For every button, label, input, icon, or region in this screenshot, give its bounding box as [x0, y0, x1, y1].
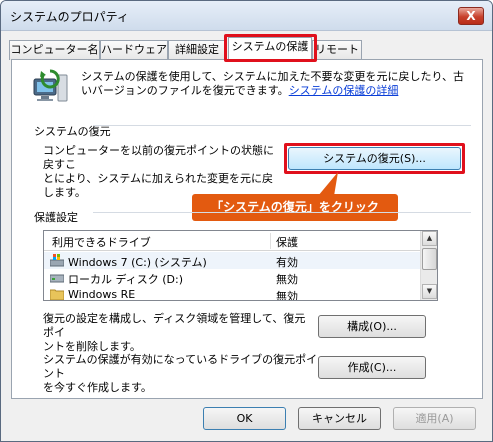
- hard-disk-icon: [50, 274, 64, 283]
- tab-remote[interactable]: リモート: [312, 40, 362, 60]
- drive-row[interactable]: ローカル ディスク (D:) 無効: [44, 269, 422, 286]
- scroll-down-icon[interactable]: ▼: [422, 284, 437, 299]
- protection-details-link[interactable]: システムの保護の詳細: [289, 84, 399, 97]
- column-header-drive[interactable]: 利用できるドライブ: [52, 234, 151, 250]
- drive-list-scrollbar[interactable]: ▲ ▼: [420, 231, 437, 300]
- tab-hardware[interactable]: ハードウェア: [100, 40, 168, 60]
- ok-button[interactable]: OK: [203, 407, 286, 430]
- drive-name: Windows RE: [68, 288, 136, 301]
- configure-description: 復元の設定を構成し、ディスク領域を管理して、復元ポイ ントを削除します。: [43, 312, 306, 353]
- column-header-protection[interactable]: 保護: [276, 234, 298, 250]
- settings-group-line: [93, 212, 471, 213]
- drive-name: ローカル ディスク (D:): [68, 273, 183, 286]
- drive-protection-status: 無効: [276, 273, 298, 286]
- drive-protection-status: 無効: [276, 290, 298, 301]
- system-protection-icon: [28, 69, 72, 105]
- folder-icon: [50, 289, 64, 300]
- callout-pointer: [318, 172, 338, 196]
- cancel-button[interactable]: キャンセル: [298, 407, 381, 430]
- configure-button[interactable]: 構成(O)...: [318, 315, 426, 338]
- title-bar[interactable]: システムのプロパティ X: [1, 1, 492, 31]
- tab-highlight-frame: [224, 34, 317, 62]
- drive-row[interactable]: Windows 7 (C:) (システム) 有効: [44, 252, 422, 269]
- create-button[interactable]: 作成(C)...: [318, 356, 426, 379]
- create-description: システムの保護が有効になっているドライブの復元ポイント を今すぐ作成します。: [43, 353, 318, 394]
- settings-group-label: 保護設定: [34, 211, 78, 224]
- column-divider: [270, 233, 271, 249]
- restore-button-highlight-frame: [284, 143, 465, 174]
- drive-protection-status: 有効: [276, 256, 298, 269]
- tab-computer-name[interactable]: コンピューター名: [9, 40, 100, 60]
- apply-button[interactable]: 適用(A): [393, 407, 476, 430]
- scroll-up-icon[interactable]: ▲: [422, 231, 437, 246]
- system-properties-window: システムのプロパティ X コンピューター名 ハードウェア 詳細設定 システムの保…: [0, 0, 493, 442]
- os-drive-icon: [50, 254, 64, 267]
- close-icon: X: [466, 9, 476, 23]
- tab-advanced[interactable]: 詳細設定: [168, 40, 226, 60]
- drive-row[interactable]: Windows RE 無効: [44, 286, 422, 301]
- window-title: システムのプロパティ: [10, 10, 129, 24]
- close-button[interactable]: X: [458, 7, 484, 25]
- instruction-callout: 「システムの復元」をクリック: [192, 194, 398, 221]
- drive-list[interactable]: 利用できるドライブ 保護 Windows 7 (C:) (システム) 有効 ロー…: [43, 230, 438, 301]
- drive-list-header: 利用できるドライブ 保護: [44, 231, 422, 251]
- scroll-thumb[interactable]: [422, 248, 437, 270]
- restore-group-line: [93, 125, 471, 126]
- restore-description: コンピューターを以前の復元ポイントの状態に戻すこ とにより、システムに加えられた…: [43, 144, 274, 199]
- drive-name: Windows 7 (C:) (システム): [68, 256, 207, 269]
- protection-description: システムの保護を使用して、システムに加えた不要な変更を元に戻したり、古いバージョ…: [81, 70, 465, 97]
